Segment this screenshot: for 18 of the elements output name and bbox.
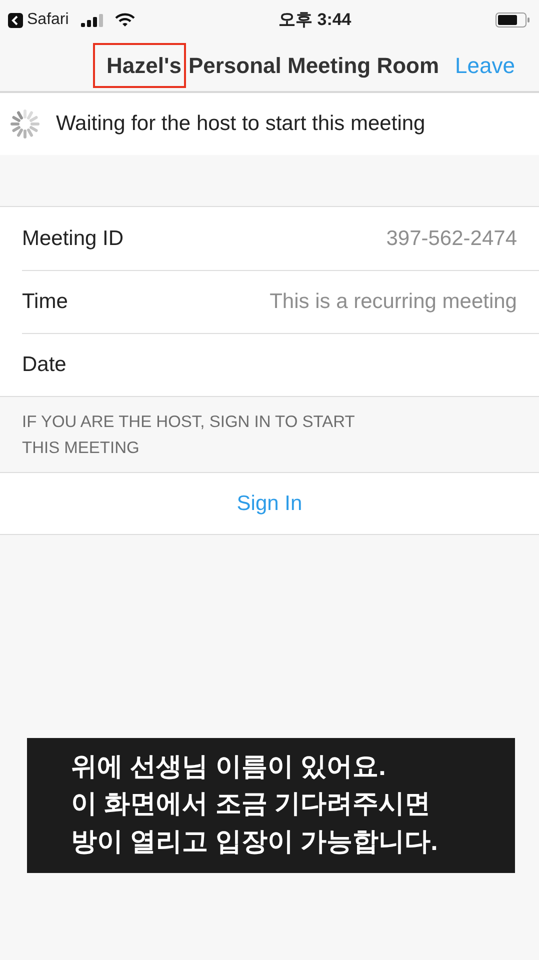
signal-icon [80, 14, 103, 26]
screen-title: Personal Meeting Room [188, 52, 440, 80]
wifi-icon [114, 13, 135, 27]
back-link[interactable]: Safari [27, 8, 69, 32]
spinner-icon [10, 109, 40, 139]
detail-value: This is a recurring meeting [270, 289, 517, 316]
status-time: 오후 3:44 [278, 9, 352, 32]
battery-icon [494, 12, 531, 28]
title-highlight: Hazel's [94, 45, 184, 86]
detail-value: 397-562-2474 [386, 226, 517, 252]
back-icon[interactable] [8, 12, 23, 28]
detail-label: Date [22, 352, 66, 378]
detail-label: Meeting ID [22, 226, 124, 252]
caption-box: 위에 선생님 이름이 있어요. 이 화면에서 조금 기다려주시면 방이 열리고 입장이 가능합니다. [27, 738, 515, 873]
sign-in-button[interactable]: Sign In [230, 486, 308, 520]
waiting-message: Waiting for the host to start this meeting [56, 111, 426, 138]
leave-link[interactable]: Leave [455, 49, 515, 82]
detail-label: Time [22, 289, 68, 316]
